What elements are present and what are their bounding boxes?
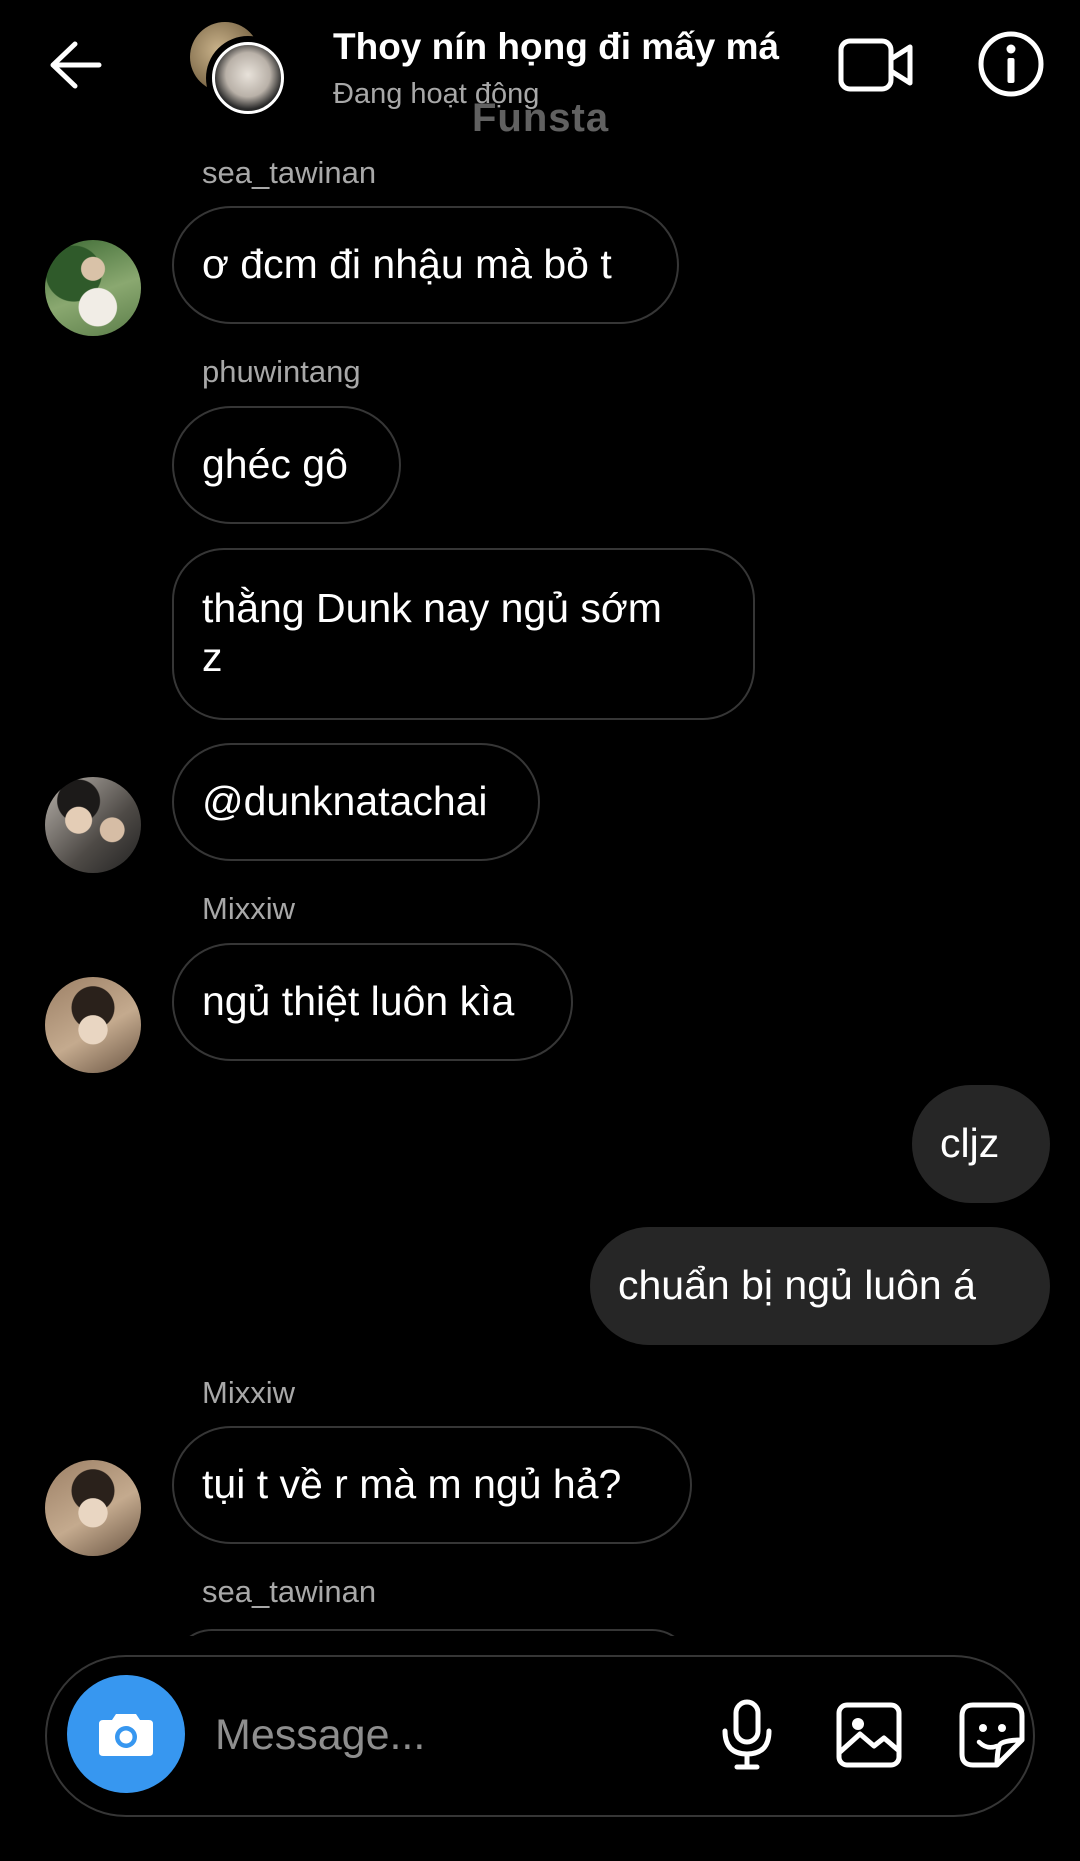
own-message-bubble[interactable]: chuẩn bị ngủ luôn á bbox=[590, 1227, 1050, 1345]
voice-message-button[interactable] bbox=[707, 1695, 787, 1775]
message-bubble[interactable]: thằng Dunk nay ngủ sớm z bbox=[172, 548, 755, 720]
arrow-left-icon bbox=[50, 41, 102, 89]
message-text: ghéc gô bbox=[202, 441, 348, 488]
sender-name: Mixxiw bbox=[202, 1375, 295, 1410]
chat-title[interactable]: Thoy nín họng đi mấy má bbox=[333, 26, 779, 68]
info-button[interactable] bbox=[975, 28, 1047, 100]
sender-name: Mixxiw bbox=[202, 891, 295, 926]
avatar-sea-tawinan[interactable] bbox=[45, 240, 141, 336]
sender-name: sea_tawinan bbox=[202, 155, 377, 190]
message-text: ơ đcm đi nhậu mà bỏ t bbox=[202, 241, 612, 288]
watermark: Funsta bbox=[472, 96, 610, 140]
microphone-icon bbox=[722, 1699, 772, 1770]
group-avatar[interactable] bbox=[188, 18, 293, 123]
message-text: ngủ thiệt luôn kìa bbox=[202, 978, 515, 1025]
back-button[interactable] bbox=[40, 30, 110, 100]
message-text: @dunknatachai bbox=[202, 778, 488, 825]
sender-name: sea_tawinan bbox=[202, 1574, 377, 1609]
gallery-icon bbox=[836, 1702, 902, 1768]
sender-name: phuwintang bbox=[202, 354, 361, 389]
chat-header: Thoy nín họng đi mấy má Đang hoạt động F… bbox=[0, 0, 1080, 160]
own-message-bubble[interactable]: cljz bbox=[912, 1085, 1050, 1203]
message-input[interactable] bbox=[215, 1697, 685, 1773]
message-bubble[interactable]: @dunknatachai bbox=[172, 743, 540, 861]
message-composer bbox=[45, 1655, 1035, 1817]
message-bubble[interactable]: tụi t về r mà m ngủ hả? bbox=[172, 1426, 692, 1544]
avatar-mixxiw[interactable] bbox=[45, 977, 141, 1073]
avatar-phuwintang[interactable] bbox=[45, 777, 141, 873]
group-avatar-front bbox=[206, 36, 290, 120]
camera-button[interactable] bbox=[67, 1675, 185, 1793]
message-text: cljz bbox=[940, 1120, 1000, 1167]
avatar-mixxiw[interactable] bbox=[45, 1460, 141, 1556]
video-call-button[interactable] bbox=[836, 30, 916, 100]
message-text: chuẩn bị ngủ luôn á bbox=[618, 1262, 976, 1309]
message-bubble[interactable]: ngủ thiệt luôn kìa bbox=[172, 943, 573, 1061]
message-bubble[interactable]: ghéc gô bbox=[172, 406, 401, 524]
message-text: tụi t về r mà m ngủ hả? bbox=[202, 1461, 622, 1508]
gallery-button[interactable] bbox=[829, 1695, 909, 1775]
info-icon bbox=[978, 31, 1044, 97]
sticker-icon bbox=[959, 1702, 1025, 1768]
camera-icon bbox=[99, 1714, 153, 1756]
message-bubble[interactable]: ơ đcm đi nhậu mà bỏ t bbox=[172, 206, 679, 324]
video-call-icon bbox=[838, 38, 913, 92]
sticker-button[interactable] bbox=[952, 1695, 1032, 1775]
message-text: thằng Dunk nay ngủ sớm z bbox=[202, 585, 662, 681]
